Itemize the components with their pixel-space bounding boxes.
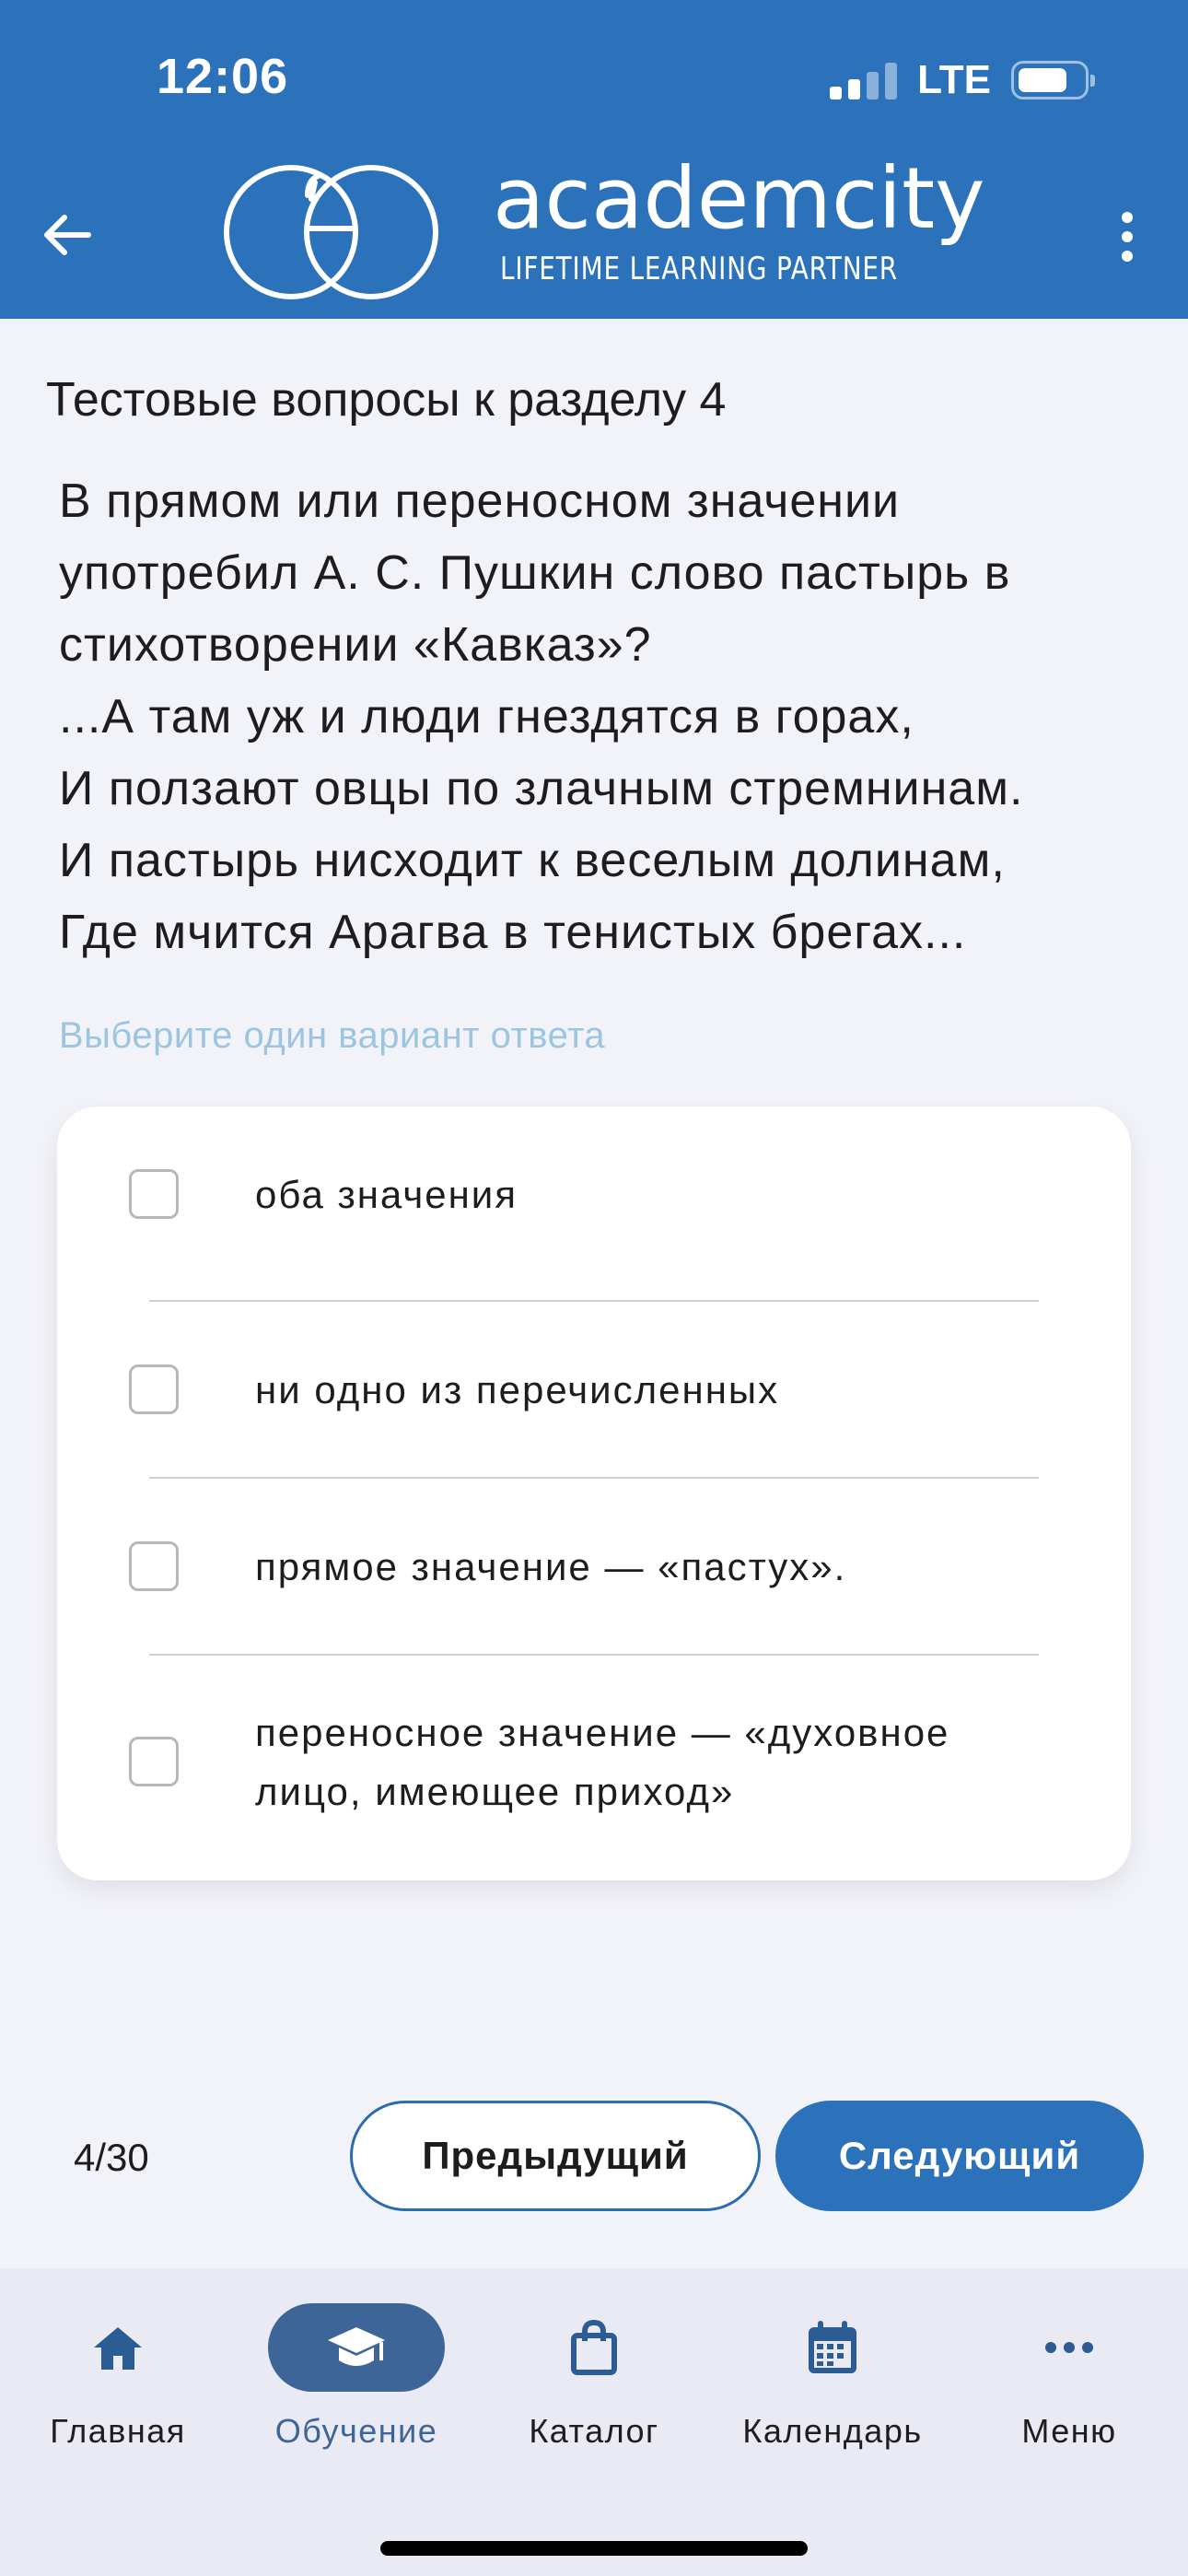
nav-item-catalog[interactable]: Каталог xyxy=(483,2303,705,2451)
home-indicator[interactable] xyxy=(380,2541,808,2556)
answer-option[interactable]: прямое значение — «пастух». xyxy=(57,1479,1131,1656)
answer-option[interactable]: оба значения xyxy=(57,1107,1131,1283)
question-line: И ползают овцы по злачным стремнинам. xyxy=(59,762,1024,815)
arrow-left-icon xyxy=(44,215,91,255)
nav-item-learning[interactable]: Обучение xyxy=(246,2303,467,2451)
answer-label: ни одно из перечисленных xyxy=(255,1368,780,1411)
question-line: В прямом или переносном значении xyxy=(59,474,901,528)
logo-wordmark: academcity xyxy=(493,149,985,248)
question-line: ...А там уж и люди гнездятся в горах, xyxy=(59,690,914,744)
answer-label: оба значения xyxy=(255,1173,518,1216)
section-title: Тестовые вопросы к разделу 4 xyxy=(46,373,727,427)
nav-label: Меню xyxy=(1021,2412,1117,2450)
answer-label: переносное значение — «духовное лицо, им… xyxy=(255,1711,950,1813)
answer-checkbox[interactable] xyxy=(129,1737,179,1786)
shopping-bag-icon xyxy=(571,2319,617,2375)
previous-button[interactable]: Предыдущий xyxy=(350,2101,761,2211)
question-line: И пастырь нисходит к веселым долинам, xyxy=(59,834,1006,887)
status-time: 12:06 xyxy=(157,49,289,104)
page-counter: 4/30 xyxy=(74,2136,149,2179)
back-button[interactable] xyxy=(37,205,98,265)
logo-icon xyxy=(224,165,438,299)
status-indicators: LTE xyxy=(830,57,1095,103)
nav-item-calendar[interactable]: Календарь xyxy=(722,2303,943,2451)
more-vertical-icon xyxy=(1122,212,1133,262)
answer-hint: Выберите один вариант ответа xyxy=(59,1015,606,1056)
more-options-button[interactable] xyxy=(1118,212,1136,262)
answer-option[interactable]: переносное значение — «духовное лицо, им… xyxy=(57,1656,1131,1880)
nav-item-home[interactable]: Главная xyxy=(7,2303,228,2451)
more-horizontal-icon xyxy=(1045,2342,1093,2353)
nav-label: Календарь xyxy=(742,2412,923,2450)
home-icon xyxy=(94,2327,142,2370)
question-line: стихотворении «Кавказ»? xyxy=(59,618,652,672)
answer-checkbox[interactable] xyxy=(129,1169,179,1219)
graduation-cap-icon xyxy=(328,2327,385,2366)
answer-option[interactable]: ни одно из перечисленных xyxy=(57,1302,1131,1479)
question-line: Где мчится Арагва в тенистых брегах... xyxy=(59,906,967,959)
answer-checkbox[interactable] xyxy=(129,1541,179,1591)
signal-icon xyxy=(830,61,898,100)
question-text: В прямом или переносном значении употреб… xyxy=(59,465,1146,968)
app-header: 12:06 LTE academcity LIFETIME LEARNING P… xyxy=(0,0,1188,319)
next-button[interactable]: Следующий xyxy=(775,2101,1144,2211)
bottom-navigation: Главная Обучение Каталог Календарь Меню xyxy=(0,2268,1188,2576)
question-line: употребил А. С. Пушкин слово пастырь в xyxy=(59,546,1011,600)
calendar-icon xyxy=(809,2321,856,2373)
nav-label: Главная xyxy=(50,2412,186,2450)
logo-tagline: LIFETIME LEARNING PARTNER xyxy=(500,251,899,287)
nav-item-menu[interactable]: Меню xyxy=(959,2303,1180,2451)
answer-checkbox[interactable] xyxy=(129,1364,179,1414)
battery-icon xyxy=(1011,61,1095,100)
answers-card: оба значения ни одно из перечисленных пр… xyxy=(57,1107,1131,1880)
nav-label: Обучение xyxy=(274,2412,438,2450)
network-type: LTE xyxy=(917,57,991,102)
nav-label: Каталог xyxy=(529,2412,659,2450)
answer-label: прямое значение — «пастух». xyxy=(255,1545,847,1588)
